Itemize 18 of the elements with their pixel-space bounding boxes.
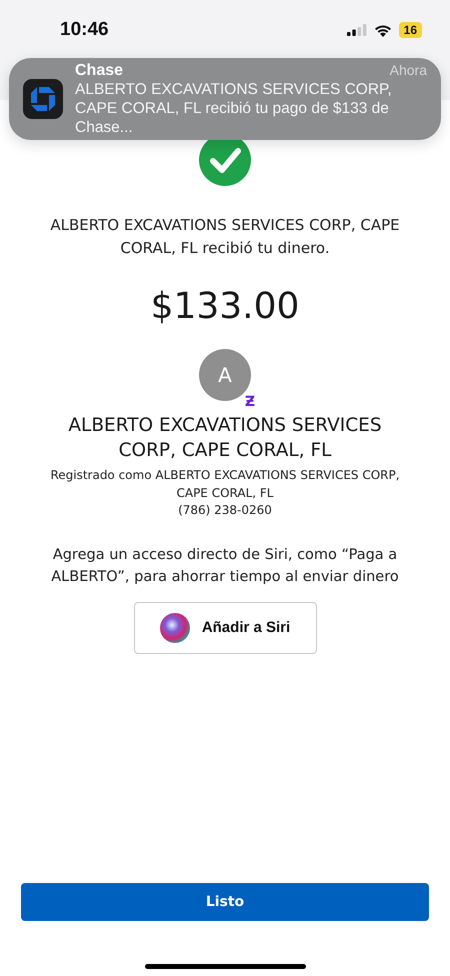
registered-name: Registrado como ALBERTO EXCAVATIONS SERVICES CORP, CAPE CORAL, FL (50, 467, 400, 502)
signal-icon (346, 24, 367, 36)
app-icon (23, 79, 63, 119)
done-button[interactable]: Listo (21, 883, 429, 921)
battery-level: 16 (398, 22, 422, 38)
notification-banner[interactable]: Chase Ahora ALBERTO EXCAVATIONS SERVICES CORP, CAPE CORAL, FL recibió tu pago de $133 de Chase... (9, 58, 441, 140)
notification-time: Ahora (390, 62, 427, 80)
wifi-icon (374, 24, 392, 36)
add-to-siri-button[interactable]: Añadir a Siri (134, 602, 316, 654)
recipient-name: ALBERTO EXCAVATIONS SERVICES CORP, CAPE CORAL, FL (67, 414, 383, 463)
siri-hint: Agrega un acceso directo de Siri, como “Paga a ALBERTO”, para ahorrar tiempo al enviar dinero (50, 546, 400, 586)
status-time: 10:46 (60, 19, 109, 41)
notification-app: Chase (75, 62, 124, 80)
confirmation-message: ALBERTO EXCAVATIONS SERVICES CORP, CAPE CORAL, FL recibió tu dinero. (49, 215, 401, 259)
phone-number: (786) 238-0260 (178, 502, 272, 519)
amount: $133.00 (150, 286, 300, 327)
siri-icon (160, 612, 190, 642)
notification-message: ALBERTO EXCAVATIONS SERVICES CORP, CAPE CORAL, FL recibió tu pago de $133 de Chase... (75, 80, 393, 136)
